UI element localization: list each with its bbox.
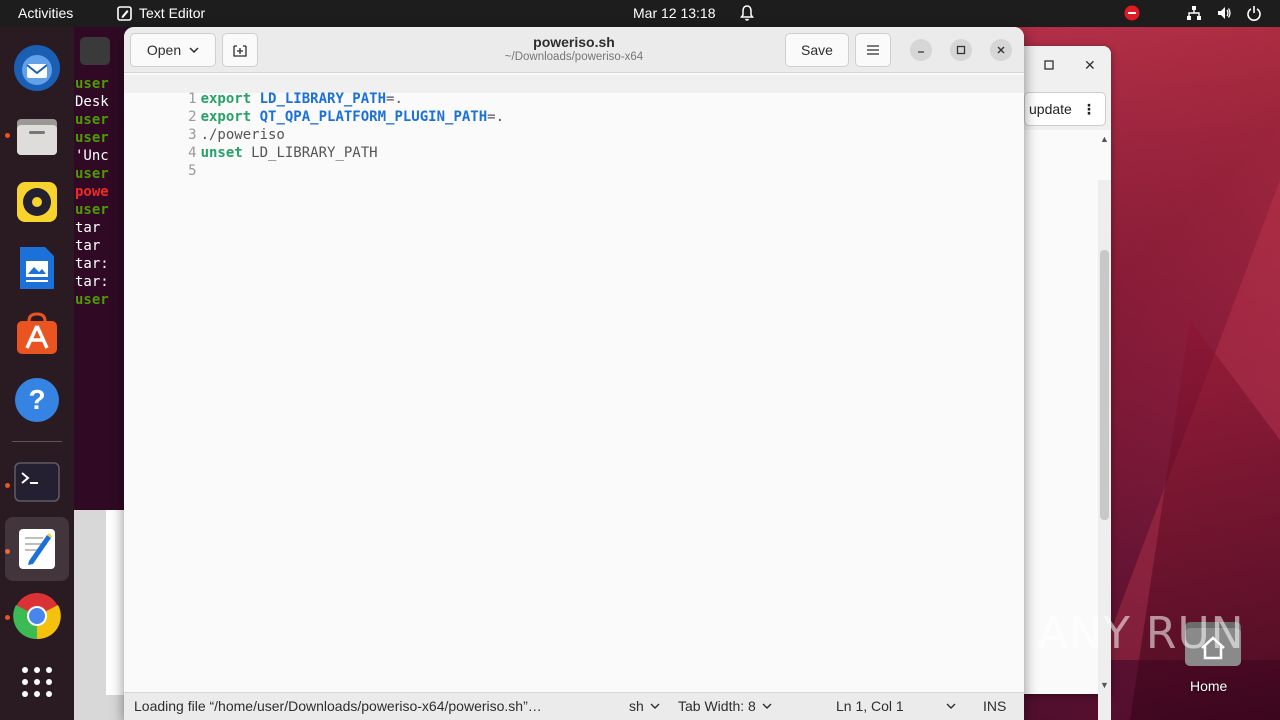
main-menu-button[interactable] bbox=[855, 33, 891, 67]
chevron-down-icon bbox=[762, 703, 772, 709]
help-icon[interactable]: ? bbox=[12, 375, 62, 425]
text-editor-window[interactable]: Open poweriso.sh ~/Downloads/poweriso-x6… bbox=[124, 27, 1024, 720]
terminal-icon[interactable] bbox=[12, 457, 62, 507]
running-indicator bbox=[5, 133, 10, 138]
terminal-line: 'Unc bbox=[75, 148, 109, 164]
activities-button[interactable]: Activities bbox=[18, 5, 73, 21]
code-line: 3 ./poweriso bbox=[124, 111, 285, 143]
tab-width-selector[interactable]: Tab Width: 8 bbox=[678, 698, 772, 714]
terminal-line: user bbox=[75, 292, 109, 308]
thunderbird-icon[interactable] bbox=[12, 43, 62, 93]
running-indicator bbox=[5, 483, 10, 488]
open-button-label: Open bbox=[146, 42, 182, 58]
close-button[interactable] bbox=[990, 39, 1012, 61]
tab-width-label: Tab Width: 8 bbox=[678, 698, 756, 714]
minimize-button[interactable] bbox=[910, 39, 932, 61]
code-line: 2 export QT_QPA_PLATFORM_PLUGIN_PATH=. bbox=[124, 93, 504, 125]
insert-mode-indicator[interactable]: INS bbox=[983, 698, 1006, 714]
variable-name: QT_QPA_PLATFORM_PLUGIN_PATH bbox=[259, 109, 488, 125]
terminal-line: user bbox=[75, 112, 109, 128]
maximize-icon bbox=[956, 45, 966, 55]
recording-stop-icon[interactable] bbox=[1124, 5, 1140, 21]
code-line: 4 unset LD_LIBRARY_PATH bbox=[124, 129, 377, 161]
save-button-label: Save bbox=[801, 42, 833, 58]
background-window-area bbox=[106, 510, 126, 695]
open-button[interactable]: Open bbox=[130, 33, 216, 67]
notification-bell-icon[interactable] bbox=[739, 4, 755, 25]
show-apps-grid-icon[interactable] bbox=[12, 657, 62, 707]
kebab-menu-icon[interactable]: ⋮ bbox=[1082, 101, 1096, 118]
network-icon[interactable] bbox=[1186, 5, 1202, 21]
cursor-position-label: Ln 1, Col 1 bbox=[836, 698, 904, 714]
text-editor-dock-icon[interactable] bbox=[5, 517, 69, 581]
code-line: 5 bbox=[124, 147, 196, 179]
scrollbar-thumb[interactable] bbox=[1100, 250, 1109, 520]
language-selector[interactable]: sh bbox=[629, 698, 660, 714]
home-folder-label[interactable]: Home bbox=[1190, 678, 1227, 694]
terminal-new-tab-button[interactable] bbox=[80, 37, 110, 65]
terminal-line: tar: bbox=[75, 256, 109, 272]
new-tab-button[interactable] bbox=[222, 33, 258, 67]
scroll-down-icon[interactable]: ▼ bbox=[1100, 680, 1109, 690]
code-text: =. bbox=[487, 109, 505, 125]
chevron-down-icon bbox=[650, 703, 660, 709]
app-menu-label: Text Editor bbox=[139, 5, 206, 21]
status-bar: Loading file “/home/user/Downloads/power… bbox=[124, 692, 1024, 720]
loading-status: Loading file “/home/user/Downloads/power… bbox=[134, 698, 542, 714]
language-label: sh bbox=[629, 698, 644, 714]
terminal-line: powe bbox=[75, 184, 109, 200]
svg-text:?: ? bbox=[28, 384, 45, 415]
chrome-icon[interactable] bbox=[12, 591, 62, 641]
text-editor-app-icon bbox=[117, 5, 132, 21]
terminal-line: user bbox=[75, 202, 109, 218]
terminal-line: Desk bbox=[75, 94, 109, 110]
system-tray[interactable] bbox=[1124, 5, 1262, 21]
terminal-line: user bbox=[75, 130, 109, 146]
running-indicator bbox=[5, 615, 10, 620]
terminal-line: tar: bbox=[75, 274, 109, 290]
cursor-position-selector[interactable]: Ln 1, Col 1 bbox=[836, 698, 956, 714]
window-title: poweriso.sh ~/Downloads/poweriso-x64 bbox=[424, 34, 724, 63]
maximize-button[interactable] bbox=[950, 39, 972, 61]
keyword: unset bbox=[200, 145, 243, 161]
terminal-line: tar bbox=[75, 238, 109, 254]
app-center-icon[interactable] bbox=[12, 309, 62, 359]
update-button-label: update bbox=[1029, 101, 1072, 117]
code-line: 1 export LD_LIBRARY_PATH=. bbox=[124, 75, 403, 107]
close-icon bbox=[997, 46, 1005, 54]
save-button[interactable]: Save bbox=[785, 33, 849, 67]
volume-icon[interactable] bbox=[1216, 5, 1232, 21]
chevron-down-icon bbox=[946, 703, 956, 709]
minimize-icon bbox=[918, 51, 924, 53]
app-menu[interactable]: Text Editor bbox=[117, 5, 205, 21]
terminal-line: tar bbox=[75, 220, 109, 236]
new-tab-icon bbox=[233, 45, 247, 57]
terminal-line: user bbox=[75, 76, 109, 92]
power-icon[interactable] bbox=[1246, 5, 1262, 21]
line-number: 5 bbox=[188, 163, 197, 179]
document-title: poweriso.sh bbox=[533, 34, 615, 50]
text-view[interactable]: 1 export LD_LIBRARY_PATH=. 2 export QT_QPA… bbox=[124, 74, 1024, 692]
libreoffice-writer-icon[interactable] bbox=[12, 243, 62, 293]
watermark-logo: ANY RUN bbox=[1038, 608, 1245, 659]
code-text: LD_LIBRARY_PATH bbox=[242, 145, 378, 161]
dock-separator bbox=[12, 441, 62, 442]
hamburger-menu-icon bbox=[867, 45, 879, 55]
maximize-icon[interactable] bbox=[1044, 59, 1054, 73]
document-path: ~/Downloads/poweriso-x64 bbox=[504, 51, 644, 63]
rhythmbox-icon[interactable] bbox=[12, 177, 62, 227]
close-icon[interactable]: ✕ bbox=[1084, 57, 1096, 74]
header-bar: Open poweriso.sh ~/Downloads/poweriso-x6… bbox=[124, 27, 1024, 73]
terminal-line: user bbox=[75, 166, 109, 182]
clock[interactable]: Mar 12 13:18 bbox=[633, 5, 716, 21]
chevron-down-icon bbox=[189, 47, 199, 53]
files-icon[interactable] bbox=[12, 111, 62, 161]
scroll-up-icon[interactable]: ▲ bbox=[1100, 134, 1109, 144]
update-button[interactable]: update ⋮ bbox=[1024, 92, 1106, 126]
top-bar: Activities Text Editor Mar 12 13:18 bbox=[0, 0, 1280, 27]
dock: ? bbox=[0, 27, 74, 720]
